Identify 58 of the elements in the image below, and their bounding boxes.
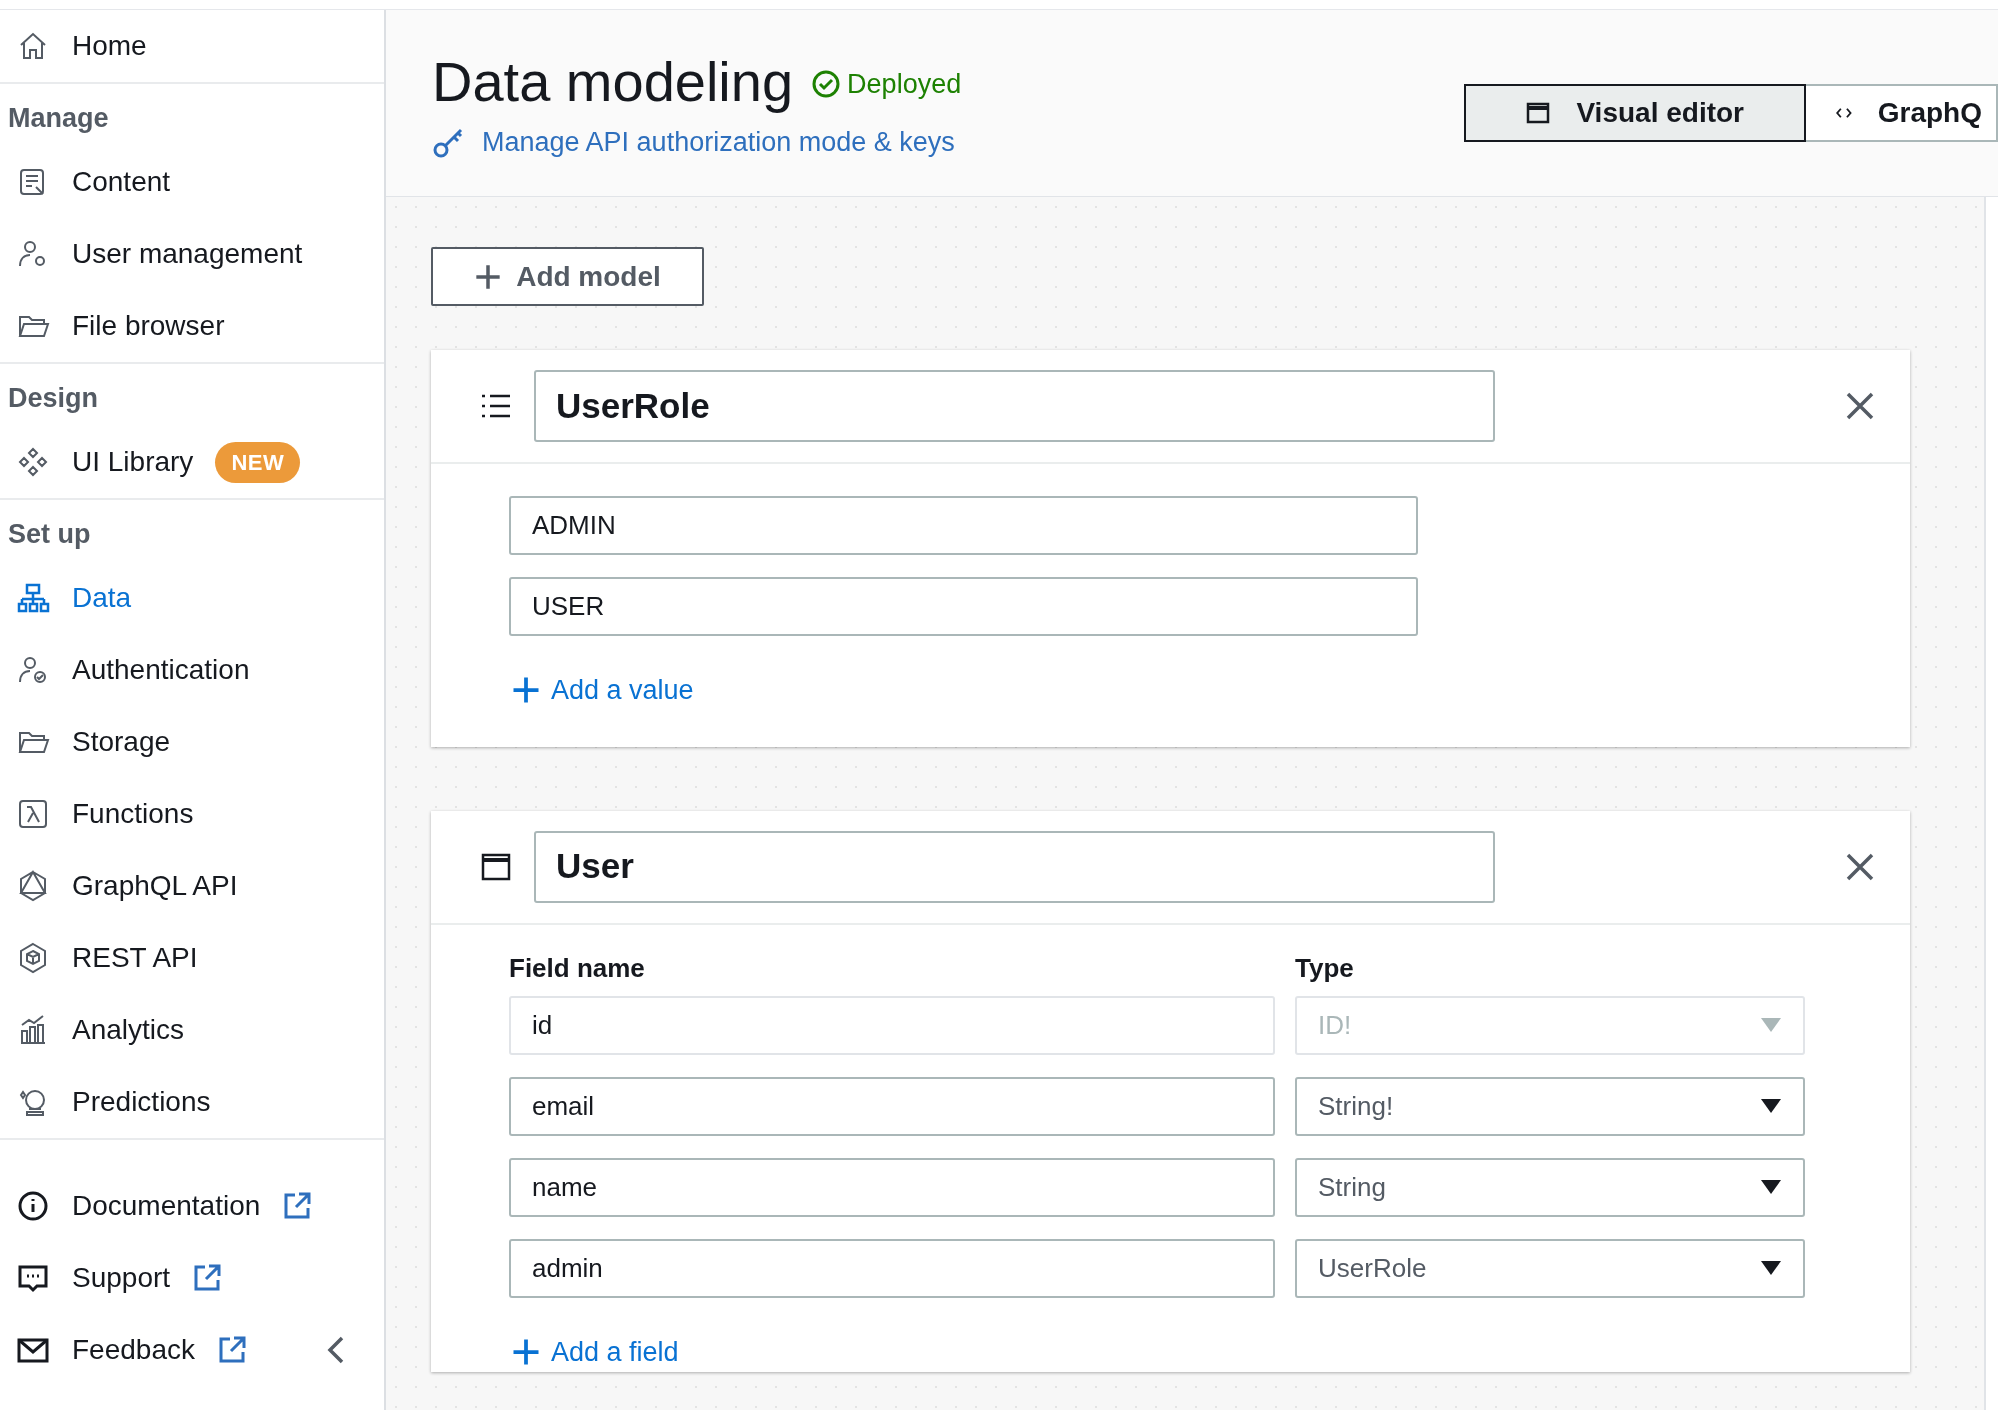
add-model-button[interactable]: Add model: [431, 247, 704, 306]
caret-icon: [1760, 1179, 1782, 1195]
nav-item[interactable]: GraphQL API: [72, 865, 238, 907]
section-heading: Design: [7, 381, 100, 415]
nav-item[interactable]: Home: [72, 25, 147, 67]
new-badge: NEW: [215, 441, 301, 483]
column-heading: Type: [1295, 951, 1354, 985]
type-select[interactable]: UserRole: [1295, 1238, 1805, 1298]
nav-item[interactable]: Data: [72, 577, 132, 619]
external-link[interactable]: Support: [72, 1257, 171, 1299]
add-link[interactable]: Add a value: [511, 670, 694, 711]
info-icon: [16, 1189, 50, 1223]
page-title: Data modeling: [432, 50, 794, 114]
editor-tab[interactable]: GraphQ: [1806, 84, 1998, 142]
model-name-field[interactable]: User: [534, 830, 1495, 903]
section-heading: Set up: [7, 517, 92, 551]
text-field[interactable]: email: [509, 1076, 1275, 1136]
check-circle-icon: [811, 69, 842, 99]
nav-item[interactable]: User management: [72, 233, 303, 275]
nav-item[interactable]: Analytics: [72, 1009, 185, 1051]
section-heading: Manage: [7, 101, 110, 135]
nav-item[interactable]: UI Library: [72, 441, 194, 483]
nav-item[interactable]: Authentication: [72, 649, 250, 691]
close-icon[interactable]: [1846, 392, 1874, 420]
add-link[interactable]: Add a field: [511, 1331, 679, 1372]
external-link[interactable]: Feedback: [72, 1329, 195, 1371]
text-field[interactable]: USER: [509, 577, 1418, 636]
column-heading: Field name: [509, 951, 646, 985]
external-link-icon: [282, 1191, 313, 1221]
deployed-status: Deployed: [847, 67, 962, 101]
nav-item[interactable]: Functions: [72, 793, 194, 835]
nav-item[interactable]: REST API: [72, 937, 198, 979]
window-icon: [481, 852, 511, 881]
text-field[interactable]: ADMIN: [509, 496, 1418, 555]
nav-item[interactable]: File browser: [72, 305, 225, 347]
nav-item[interactable]: Predictions: [72, 1081, 211, 1123]
text-field[interactable]: admin: [509, 1238, 1275, 1298]
external-link-icon: [192, 1263, 223, 1293]
type-select[interactable]: String!: [1295, 1076, 1805, 1136]
window-icon: [1526, 102, 1551, 124]
hierarchy-icon: [16, 581, 50, 615]
type-select[interactable]: String: [1295, 1157, 1805, 1217]
auth-link[interactable]: Manage API authorization mode & keys: [482, 122, 955, 163]
editor-tab[interactable]: Visual editor: [1464, 84, 1806, 142]
caret-icon: [1760, 1017, 1782, 1033]
plus-icon: [474, 262, 503, 291]
list-icon: [481, 393, 511, 419]
plus-icon: [511, 675, 541, 706]
text-field[interactable]: name: [509, 1157, 1275, 1217]
nav-item[interactable]: Content: [72, 161, 171, 203]
caret-icon: [1760, 1098, 1782, 1114]
nav-item[interactable]: Storage: [72, 721, 171, 763]
model-name-field[interactable]: UserRole: [534, 370, 1495, 442]
diamonds-icon: [16, 445, 50, 479]
lambda-icon: [16, 797, 50, 831]
external-link[interactable]: Documentation: [72, 1185, 261, 1227]
caret-icon: [1760, 1260, 1782, 1276]
close-icon[interactable]: [1846, 852, 1874, 881]
